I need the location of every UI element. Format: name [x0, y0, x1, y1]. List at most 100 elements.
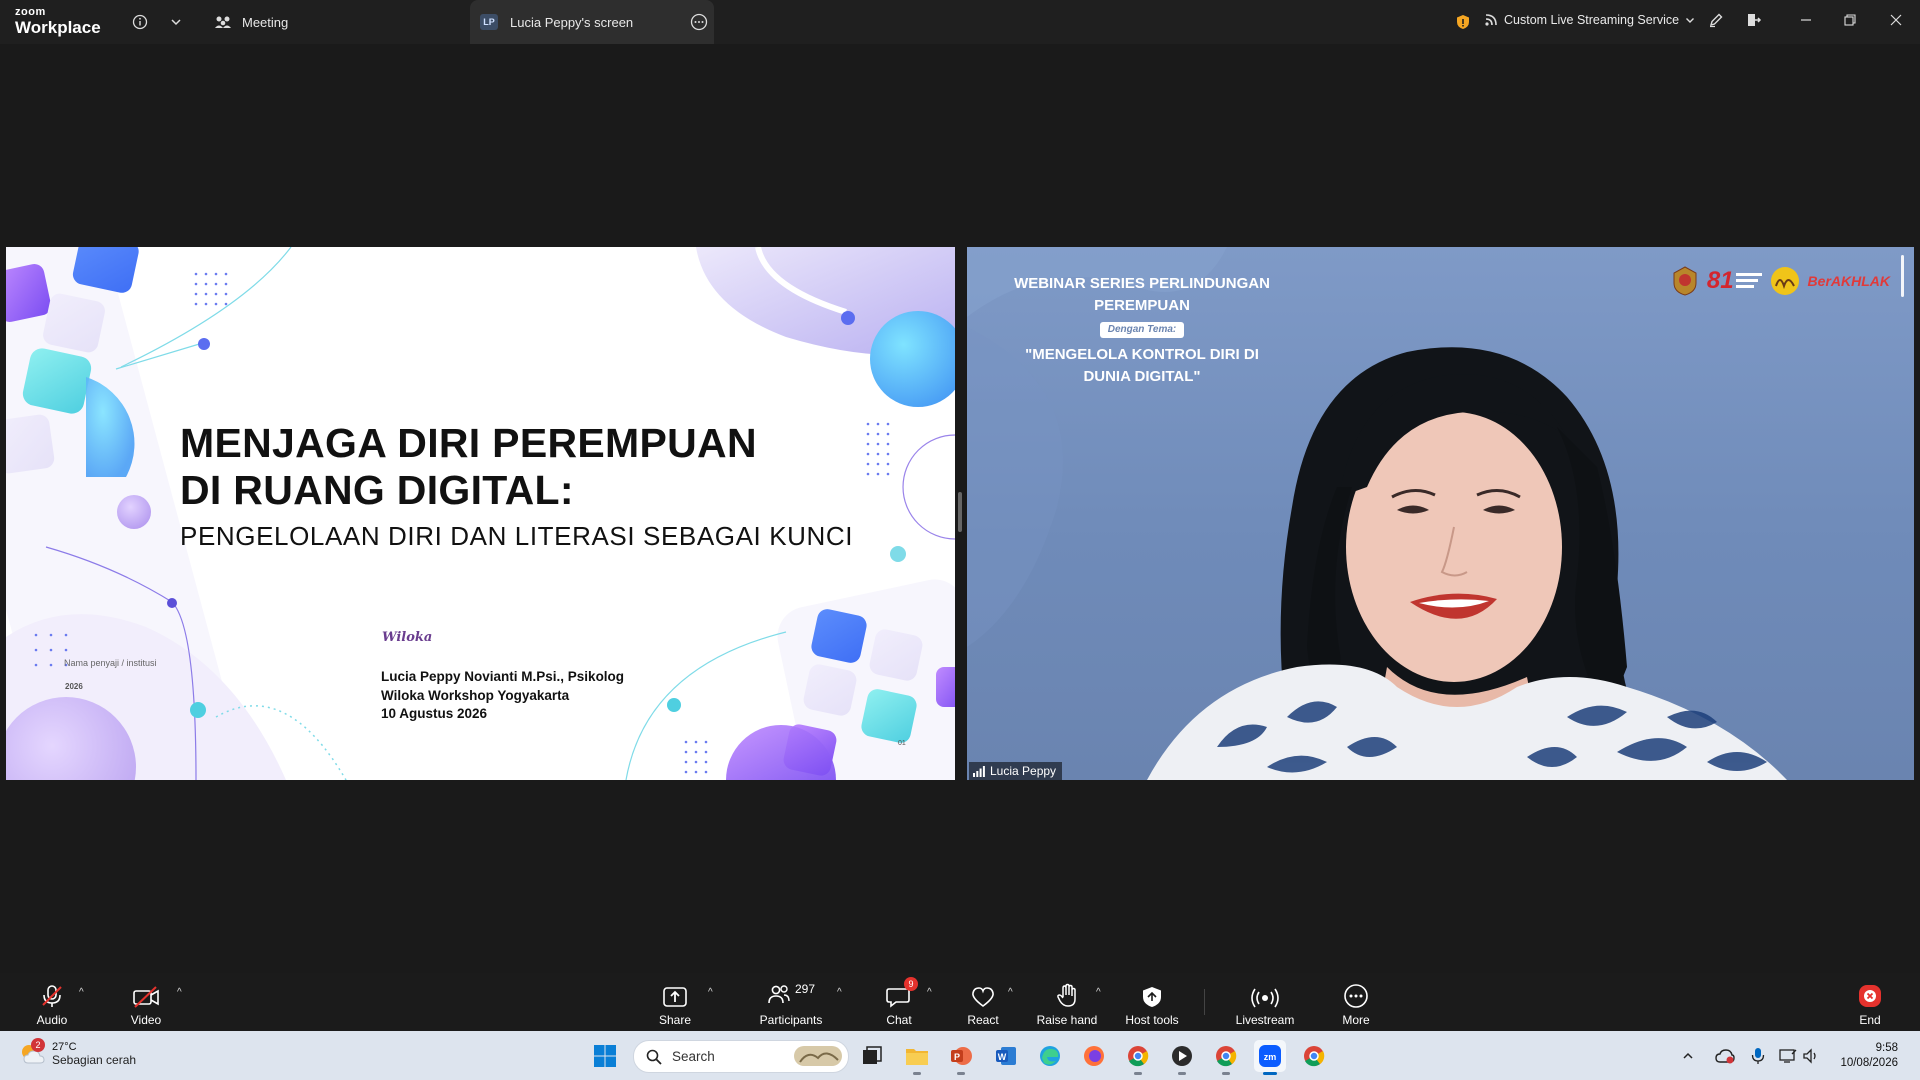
raise-hand-options-caret[interactable]: ^	[1096, 987, 1101, 998]
video-scrollbar[interactable]	[1901, 255, 1904, 297]
chat-options-caret[interactable]: ^	[927, 987, 932, 998]
participants-options-caret[interactable]: ^	[837, 987, 842, 998]
share-button[interactable]: Share	[652, 973, 698, 1031]
slide-title: MENJAGA DIRI PEREMPUAN DI RUANG DIGITAL:	[180, 420, 757, 514]
audio-options-caret[interactable]: ^	[79, 987, 84, 998]
sponsor-logos: 81 BerAKHLAK	[1671, 265, 1890, 297]
participants-count: 297	[794, 982, 816, 996]
minimize-icon[interactable]	[1788, 0, 1824, 42]
taskbar-powerpoint[interactable]: P	[945, 1040, 977, 1075]
taskbar-search-box[interactable]: Search	[633, 1040, 849, 1073]
audio-button[interactable]: Audio	[30, 973, 74, 1031]
info-icon[interactable]	[128, 0, 152, 44]
react-label: React	[967, 1013, 999, 1027]
screen-avatar-badge: LP	[480, 14, 498, 30]
chevron-down-icon	[1685, 15, 1695, 25]
tray-volume[interactable]	[1800, 1040, 1822, 1072]
folder-icon	[906, 1049, 928, 1065]
svg-text:W: W	[998, 1052, 1007, 1062]
host-tools-button[interactable]: Host tools	[1122, 973, 1182, 1031]
edge-browser-icon	[1040, 1046, 1060, 1066]
meeting-controls-toolbar: Audio ^ Video ^ Share ^ 297 Participants…	[0, 973, 1920, 1031]
weather-temperature: 27°C	[52, 1041, 77, 1053]
participant-name-tag: Lucia Peppy	[969, 762, 1063, 780]
end-meeting-button[interactable]: End	[1850, 973, 1890, 1031]
react-button[interactable]: React	[962, 973, 1004, 1031]
slide-title-line-2: DI RUANG DIGITAL:	[180, 467, 574, 513]
government-emblem-icon	[1673, 266, 1697, 296]
toolbar-divider	[1204, 989, 1205, 1015]
webinar-title-line-2: PEREMPUAN	[1094, 297, 1190, 314]
title-bar: zoom Workplace Meeting LP Lucia Peppy's …	[0, 0, 1920, 44]
annotate-pen-icon[interactable]	[1702, 0, 1730, 42]
clock-time: 9:58	[1875, 1042, 1898, 1054]
microphone-icon	[1751, 1048, 1765, 1064]
raise-hand-label: Raise hand	[1036, 1013, 1098, 1027]
chat-label: Chat	[886, 1013, 912, 1027]
cloud-security-icon	[1715, 1049, 1735, 1064]
task-view-button[interactable]	[856, 1040, 888, 1072]
tray-security[interactable]	[1712, 1040, 1738, 1072]
taskbar-zoom[interactable]: zm	[1254, 1040, 1286, 1075]
shield-security-icon[interactable]	[1452, 0, 1474, 44]
presenter-date: 10 Agustus 2026	[381, 706, 488, 721]
wiloka-logo: Wiloka	[382, 630, 433, 645]
presenter-org: Wiloka Workshop Yogyakarta	[381, 687, 570, 703]
tray-network[interactable]	[1776, 1040, 1800, 1072]
nama-placeholder: Nama penyaji / institusi	[64, 658, 157, 668]
brand-bottom: Workplace	[15, 18, 101, 37]
tab-shared-screen-label: Lucia Peppy's screen	[510, 14, 634, 30]
react-options-caret[interactable]: ^	[1008, 987, 1013, 998]
close-icon[interactable]	[1878, 0, 1914, 42]
livestream-label: Livestream	[1235, 1013, 1295, 1027]
brand-top: zoom	[15, 6, 46, 18]
heart-icon	[970, 979, 996, 1009]
webinar-theme-line-2: DUNIA DIGITAL"	[1083, 368, 1201, 385]
network-monitor-icon	[1779, 1049, 1797, 1063]
chrome-icon	[1216, 1046, 1237, 1067]
tab-shared-screen[interactable]: LP Lucia Peppy's screen	[470, 0, 714, 44]
chevron-down-icon[interactable]	[165, 0, 187, 44]
running-indicator	[1134, 1072, 1142, 1075]
taskbar-chrome-profile[interactable]	[1122, 1040, 1154, 1075]
taskbar-clock[interactable]: 9:58 10/08/2026	[1840, 1041, 1898, 1071]
video-options-caret[interactable]: ^	[177, 987, 182, 998]
presenter-name: Lucia Peppy Novianti M.Psi., Psikolog	[381, 669, 625, 684]
search-highlight-icon	[794, 1044, 842, 1068]
chat-button[interactable]: 9 Chat	[876, 973, 922, 1031]
participant-video-tile[interactable]: WEBINAR SERIES PERLINDUNGAN PEREMPUAN De…	[967, 247, 1914, 780]
weather-widget[interactable]: 2 27°C Sebagian cerah	[18, 1038, 136, 1067]
taskbar-chrome-3[interactable]	[1298, 1040, 1330, 1072]
slide-title-line-1: MENJAGA DIRI PEREMPUAN	[180, 420, 757, 466]
split-view-handle[interactable]	[958, 492, 962, 532]
media-play-icon	[1172, 1046, 1192, 1066]
custom-streaming-menu[interactable]: Custom Live Streaming Service	[1484, 0, 1695, 40]
taskbar-edge[interactable]	[1034, 1040, 1066, 1072]
windows-start-button[interactable]	[589, 1040, 621, 1072]
more-options-icon[interactable]	[690, 13, 708, 31]
presenter-info: Lucia Peppy Novianti M.Psi., Psikolog Wi…	[381, 668, 624, 724]
taskbar-firefox[interactable]	[1078, 1040, 1110, 1072]
restore-window-icon[interactable]	[1832, 0, 1868, 42]
raise-hand-button[interactable]: Raise hand	[1036, 973, 1098, 1031]
webinar-title-line-1: WEBINAR SERIES PERLINDUNGAN	[1014, 275, 1270, 292]
show-hidden-icons-button[interactable]	[1677, 1040, 1699, 1072]
participants-button[interactable]: 297 Participants	[752, 973, 830, 1031]
video-button[interactable]: Video	[124, 973, 168, 1031]
zoom-app-icon: zm	[1259, 1045, 1281, 1067]
taskbar-file-explorer[interactable]	[901, 1040, 933, 1075]
tab-meeting[interactable]: Meeting	[214, 0, 302, 44]
audio-label: Audio	[36, 1013, 68, 1027]
tray-microphone[interactable]	[1746, 1040, 1770, 1072]
microphone-muted-icon	[39, 979, 65, 1009]
taskbar-media-player[interactable]	[1166, 1040, 1198, 1075]
slide-number: 01	[898, 740, 906, 747]
more-button[interactable]: More	[1334, 973, 1378, 1031]
connection-signal-icon	[973, 765, 985, 777]
livestream-button[interactable]: Livestream	[1234, 973, 1296, 1031]
taskbar-chrome-2[interactable]	[1210, 1040, 1242, 1075]
leave-exit-icon[interactable]	[1740, 0, 1768, 42]
taskbar-word[interactable]: W	[990, 1040, 1022, 1072]
chat-unread-badge: 9	[904, 977, 918, 991]
share-options-caret[interactable]: ^	[708, 987, 713, 998]
